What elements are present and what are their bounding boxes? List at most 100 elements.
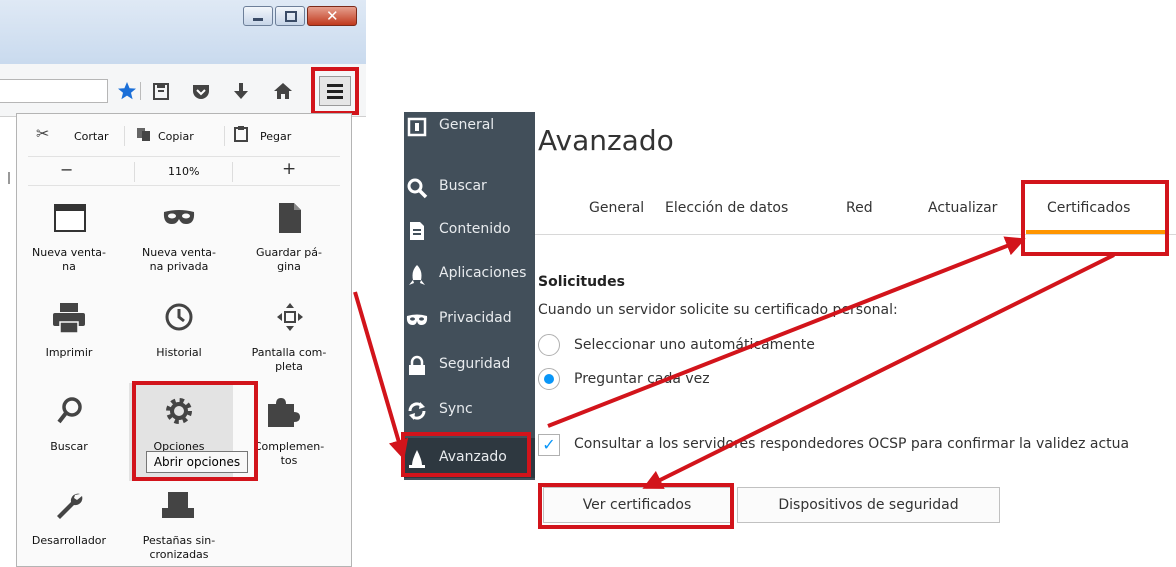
- sidebar-item-general[interactable]: General: [404, 112, 535, 152]
- cut-button[interactable]: Cortar: [74, 130, 109, 143]
- sidebar-item-label: Seguridad: [439, 356, 511, 372]
- security-devices-button[interactable]: Dispositivos de seguridad: [737, 487, 1000, 523]
- tile-private-window[interactable]: Nueva venta- na privada: [124, 200, 234, 280]
- mask-icon: [163, 210, 195, 224]
- tile-label: Pantalla com-: [251, 346, 327, 359]
- general-icon: [407, 117, 427, 137]
- page-icon: [279, 203, 301, 233]
- tile-label: Nueva venta-: [32, 246, 106, 259]
- tile-label: na privada: [149, 260, 209, 273]
- minimize-button[interactable]: [243, 6, 273, 26]
- edit-controls: ✂ Cortar Copiar Pegar: [28, 122, 346, 152]
- page-cursor-mark: [8, 172, 10, 184]
- sidebar-item-content[interactable]: Contenido: [404, 210, 535, 250]
- tab-general[interactable]: General: [589, 200, 644, 216]
- fullscreen-icon: [277, 303, 303, 331]
- tile-label: na: [62, 260, 76, 273]
- sidebar-item-label: Aplicaciones: [439, 265, 527, 281]
- edit-separator: [224, 126, 225, 146]
- zoom-separator: [232, 162, 233, 182]
- radio-ask-every-time-label: Preguntar cada vez: [574, 371, 710, 387]
- tile-search[interactable]: Buscar: [14, 394, 124, 474]
- sidebar-item-label: General: [439, 117, 495, 133]
- bookmark-star-icon[interactable]: [116, 80, 138, 102]
- section-title: Solicitudes: [538, 274, 625, 290]
- highlight-box-menu-button: [311, 67, 359, 115]
- tab-data-choices[interactable]: Elección de datos: [665, 200, 788, 216]
- tile-label: Desarrollador: [31, 534, 107, 547]
- sidebar-item-label: Sync: [439, 401, 473, 417]
- sidebar-item-label: Privacidad: [439, 310, 512, 326]
- tile-developer[interactable]: Desarrollador: [14, 488, 124, 564]
- close-button[interactable]: ✕: [307, 6, 357, 26]
- zoom-in-button[interactable]: +: [282, 159, 296, 179]
- search-icon: [57, 397, 82, 424]
- sidebar-item-security[interactable]: Seguridad: [404, 345, 535, 385]
- radio-ask-every-time[interactable]: [538, 368, 560, 390]
- copy-button[interactable]: Copiar: [158, 130, 194, 143]
- zoom-out-button[interactable]: −: [60, 160, 73, 179]
- restore-icon: [285, 11, 297, 22]
- sidebar-item-label: Buscar: [439, 178, 487, 194]
- sidebar-item-label: Contenido: [439, 221, 511, 237]
- sync-icon: [408, 402, 426, 420]
- tile-label: gina: [277, 260, 301, 273]
- tab-network[interactable]: Red: [846, 200, 873, 216]
- zoom-level[interactable]: 110%: [168, 165, 199, 178]
- bookmarks-list-icon[interactable]: [150, 80, 172, 102]
- radio-auto-select[interactable]: [538, 334, 560, 356]
- rocket-icon: [409, 265, 425, 285]
- url-bar[interactable]: [0, 79, 108, 103]
- tile-label: Buscar: [50, 440, 88, 453]
- menu-divider: [28, 185, 340, 186]
- document-icon: [410, 222, 424, 240]
- search-icon: [407, 178, 428, 199]
- page-title: Avanzado: [538, 124, 674, 157]
- sidebar-item-applications[interactable]: Aplicaciones: [404, 254, 535, 294]
- paste-icon: [234, 126, 248, 142]
- highlight-box-certificates-tab: [1021, 180, 1169, 256]
- puzzle-piece-icon: [268, 398, 300, 427]
- preferences-sidebar: General Buscar Contenido Aplicaciones Pr…: [404, 112, 535, 480]
- restore-button[interactable]: [275, 6, 305, 26]
- sidebar-item-sync[interactable]: Sync: [404, 390, 535, 430]
- section-description: Cuando un servidor solicite su certifica…: [538, 302, 898, 318]
- sidebar-item-search[interactable]: Buscar: [404, 167, 535, 207]
- toolbar-separator: [140, 82, 141, 100]
- downloads-icon[interactable]: [230, 80, 252, 102]
- tile-history[interactable]: Historial: [124, 300, 234, 380]
- minimize-icon: [253, 18, 263, 21]
- tabs-icon: [162, 492, 194, 518]
- tile-label: Imprimir: [45, 346, 93, 359]
- firefox-window: ✕ ✂ Cortar Copiar Pegar − 110% + Nueva v…: [0, 0, 366, 567]
- edit-separator: [124, 126, 125, 146]
- highlight-box-advanced: [401, 432, 531, 477]
- tile-new-window[interactable]: Nueva venta- na: [14, 200, 124, 280]
- tile-print[interactable]: Imprimir: [14, 300, 124, 380]
- arrow-certificates-to-view-button: [642, 253, 1115, 489]
- scissors-icon: ✂: [36, 124, 50, 143]
- tile-label: cronizadas: [149, 548, 209, 561]
- printer-icon: [53, 303, 85, 334]
- mask-icon: [406, 314, 428, 325]
- tile-synced-tabs[interactable]: Pestañas sin- cronizadas: [124, 488, 234, 564]
- paste-button[interactable]: Pegar: [260, 130, 291, 143]
- tile-label: Nueva venta-: [142, 246, 216, 259]
- new-window-icon: [54, 204, 86, 232]
- wrench-icon: [57, 493, 83, 519]
- ocsp-checkbox-label: Consultar a los servidores respondedores…: [574, 436, 1130, 452]
- highlight-box-view-certificates: [538, 483, 734, 529]
- tile-fullscreen[interactable]: Pantalla com- pleta: [234, 300, 344, 380]
- tile-label: pleta: [275, 360, 303, 373]
- highlight-box-options: [132, 381, 258, 481]
- close-icon: ✕: [326, 7, 339, 25]
- ocsp-checkbox[interactable]: ✓: [538, 434, 560, 456]
- pocket-icon[interactable]: [190, 80, 212, 102]
- radio-auto-select-label: Seleccionar uno automáticamente: [574, 337, 815, 353]
- home-icon[interactable]: [272, 80, 294, 102]
- tab-update[interactable]: Actualizar: [928, 200, 997, 216]
- arrow-advanced-to-certificates: [547, 236, 1026, 428]
- sidebar-item-privacy[interactable]: Privacidad: [404, 299, 535, 339]
- tile-save-page[interactable]: Guardar pá- gina: [234, 200, 344, 280]
- clock-icon: [165, 303, 193, 331]
